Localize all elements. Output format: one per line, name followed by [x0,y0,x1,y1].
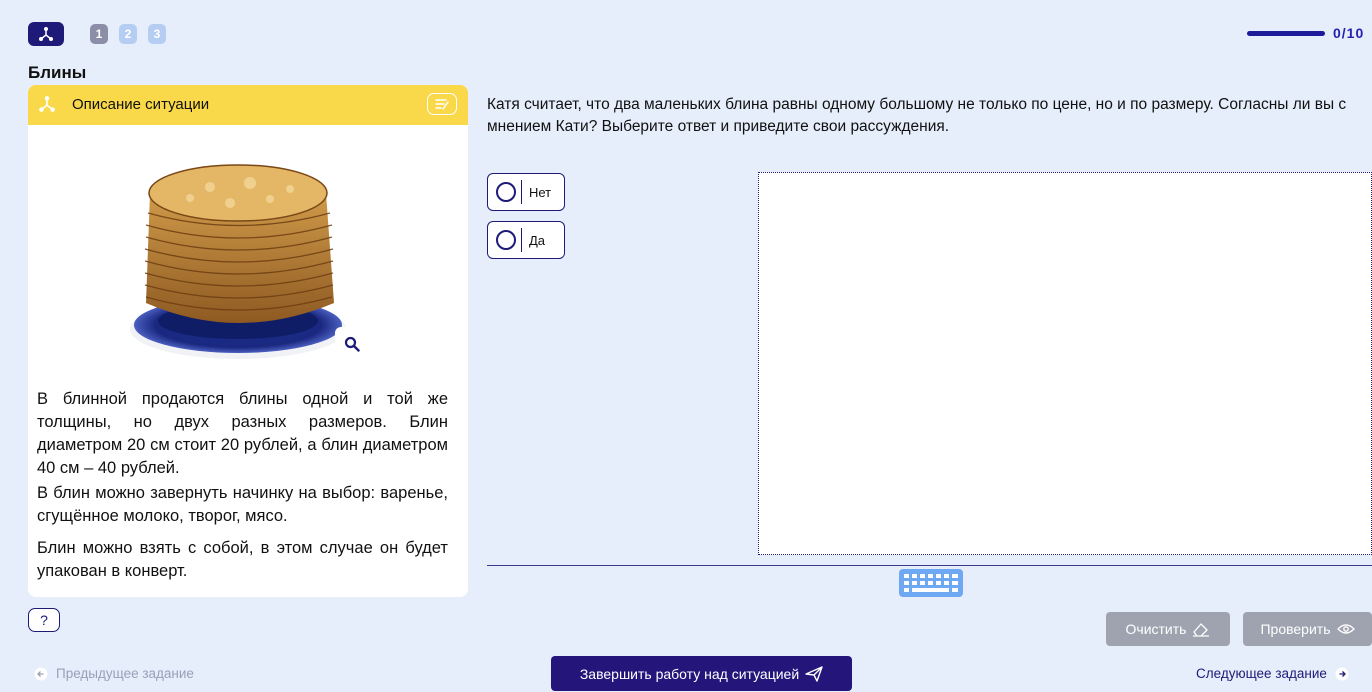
answer-option-yes[interactable]: Да [487,221,565,259]
situation-header: Описание ситуации [28,85,468,125]
finish-situation-button[interactable]: Завершить работу над ситуацией [551,656,852,691]
notes-icon [435,99,449,110]
keyboard-icon [899,569,963,597]
magnifier-icon [344,336,360,352]
zoom-image-button[interactable] [335,327,369,361]
pancake-stack-image [130,164,346,359]
finish-button-label: Завершить работу над ситуацией [579,665,800,682]
option-divider [521,228,522,252]
send-icon [805,665,823,682]
previous-task-link[interactable]: Предыдущее задание [34,666,194,681]
keyboard-button[interactable] [899,569,963,602]
progress-bar [1247,31,1325,36]
answer-option-no[interactable]: Нет [487,173,565,211]
option-divider [521,180,522,204]
answer-option-label: Нет [529,184,552,200]
home-logo-button[interactable] [28,22,64,46]
previous-task-label: Предыдущее задание [56,666,194,681]
clear-button[interactable]: Очистить [1106,612,1230,646]
arrow-right-icon [1335,667,1349,680]
network-icon [38,95,56,118]
check-button[interactable]: Проверить [1243,612,1372,646]
answer-option-label: Да [529,232,546,248]
step-2-button[interactable]: 2 [119,24,137,44]
eraser-icon [1193,623,1210,637]
progress-text: 0/10 [1333,25,1365,41]
divider [487,565,1372,566]
clear-button-label: Очистить [1125,621,1187,637]
page-title: Блины [28,63,87,82]
question-text: Катя считает, что два маленьких блина ра… [487,96,1347,135]
next-task-label: Следующее задание [1196,666,1327,681]
step-3-button[interactable]: 3 [148,24,166,44]
radio-icon [496,182,516,202]
network-icon [39,27,53,41]
help-button[interactable]: ? [28,608,60,632]
answer-textarea[interactable] [758,172,1372,555]
situation-panel: Описание ситуации В блинной продаются бл… [28,85,468,597]
notes-button[interactable] [427,93,457,115]
situation-paragraph: Блин можно взять с собой, в этом случае … [37,539,448,580]
arrow-left-icon [34,667,48,680]
situation-paragraph: В блинной продаются блины одной и той же… [37,390,448,477]
situation-header-label: Описание ситуации [72,96,210,113]
radio-icon [496,230,516,250]
eye-icon [1336,624,1355,634]
step-1-button[interactable]: 1 [90,24,108,44]
next-task-link[interactable]: Следующее задание [1196,666,1349,681]
check-button-label: Проверить [1260,621,1331,637]
situation-paragraph: В блин можно завернуть начинку на выбор:… [37,484,448,525]
